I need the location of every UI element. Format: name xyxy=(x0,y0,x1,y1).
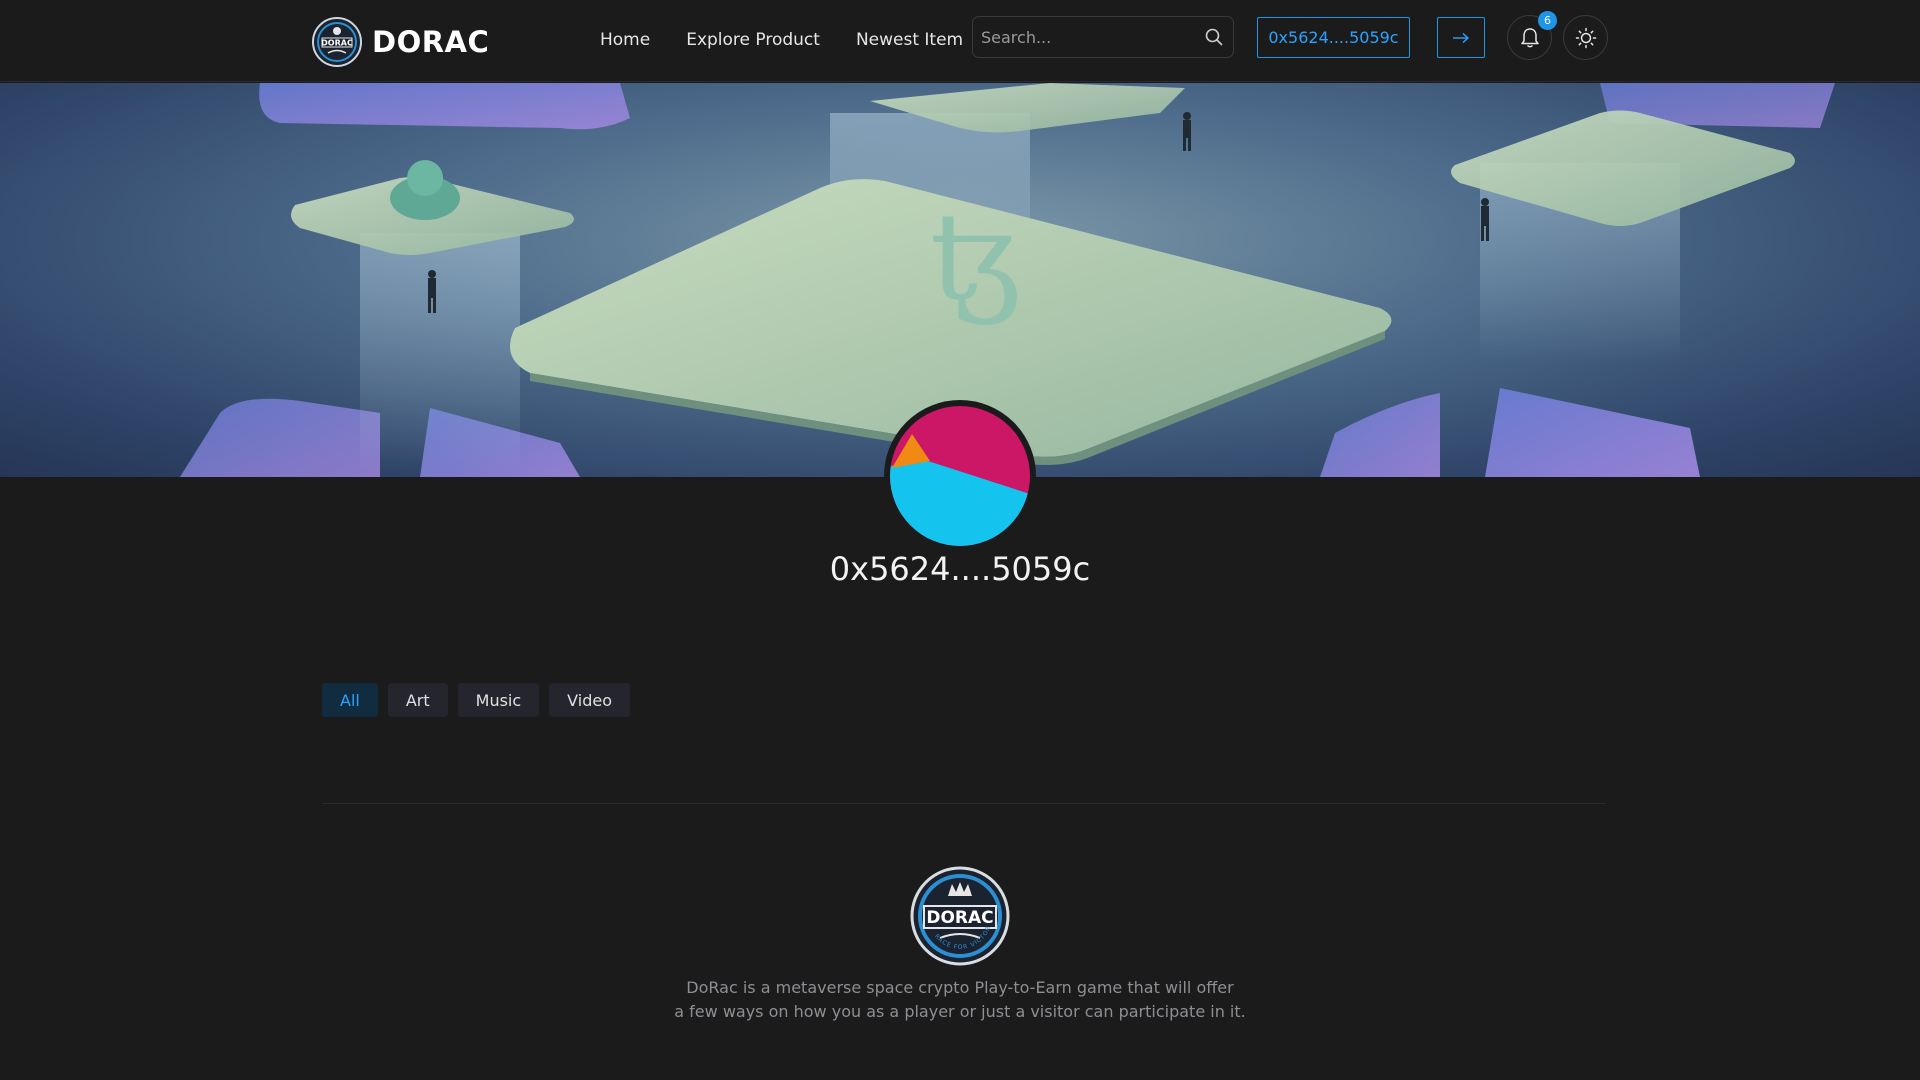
footer-dorac-logo: DORAC RACE FOR VICTORY xyxy=(910,866,1010,966)
main-nav: Home Explore Product Newest Item xyxy=(600,30,999,50)
top-navbar: DORAC DORAC Home Explore Product Newest … xyxy=(0,0,1920,82)
sun-icon xyxy=(1575,27,1596,48)
search-icon[interactable] xyxy=(1205,28,1223,46)
svg-text:ꜩ: ꜩ xyxy=(930,188,1021,327)
svg-text:DORAC: DORAC xyxy=(321,39,353,48)
bell-icon xyxy=(1520,27,1539,47)
category-tabs: All Art Music Video xyxy=(322,683,640,717)
theme-toggle-button[interactable] xyxy=(1563,15,1608,60)
avatar-image xyxy=(890,406,1030,546)
brand-name: DORAC xyxy=(372,25,490,59)
wallet-address-button[interactable]: 0x5624....5059c xyxy=(1257,17,1410,58)
nav-newest-item-link[interactable]: Newest Item xyxy=(856,30,963,50)
svg-text:DORAC: DORAC xyxy=(926,908,993,928)
logout-button[interactable] xyxy=(1437,17,1485,58)
notification-count-badge: 6 xyxy=(1538,11,1557,30)
dorac-logo-icon: DORAC xyxy=(312,17,362,67)
footer-description-line-2: a few ways on how you as a player or jus… xyxy=(674,1002,1246,1021)
profile-avatar xyxy=(884,400,1036,552)
brand[interactable]: DORAC DORAC xyxy=(312,17,489,67)
nav-explore-product-link[interactable]: Explore Product xyxy=(686,30,820,50)
tab-video[interactable]: Video xyxy=(549,683,630,717)
search-box xyxy=(972,16,1234,58)
footer-description-line-1: DoRac is a metaverse space crypto Play-t… xyxy=(686,978,1234,997)
arrow-right-icon xyxy=(1453,32,1470,43)
tab-music[interactable]: Music xyxy=(457,683,540,717)
tab-all[interactable]: All xyxy=(322,683,378,717)
search-input[interactable] xyxy=(981,17,1201,57)
tab-art[interactable]: Art xyxy=(387,683,448,717)
footer-description: DoRac is a metaverse space crypto Play-t… xyxy=(0,976,1920,1024)
section-divider xyxy=(322,803,1606,804)
nav-home-link[interactable]: Home xyxy=(600,30,650,50)
profile-wallet-address: 0x5624....5059c xyxy=(829,550,1091,588)
